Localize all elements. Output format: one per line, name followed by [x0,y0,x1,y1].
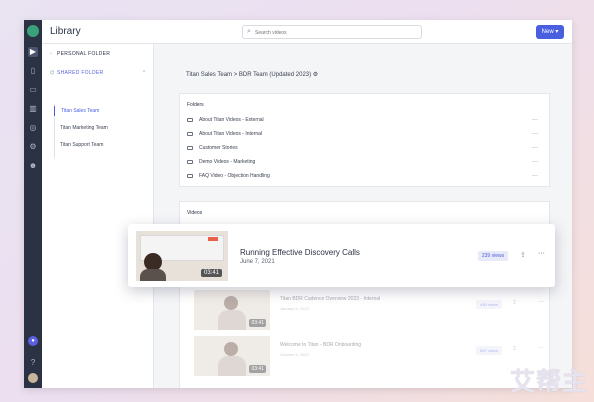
video-thumbnail[interactable]: 03:41 [136,231,228,281]
search-input[interactable] [255,28,415,37]
more-icon[interactable]: ··· [532,171,538,181]
shared-folder-link[interactable]: ⌬ SHARED FOLDER ⌃ [50,70,150,76]
views-badge[interactable]: 239 views [478,251,508,261]
folder-icon [187,117,193,122]
folder-name: FAQ Video - Objection Handling [199,173,270,179]
book-icon[interactable]: ▯ [28,66,38,76]
videos-title: Videos [187,210,203,216]
more-icon[interactable]: ··· [532,143,538,153]
folder-name: Customer Stories [199,145,238,151]
sidebar-item-titan-marketing-team[interactable]: Titan Marketing Team [54,123,148,133]
sidebar-item-titan-sales-team[interactable]: Titan Sales Team [54,106,148,116]
team-icon[interactable]: ☻ [28,161,38,171]
breadcrumb[interactable]: Titan Sales Team > BDR Team (Updated 202… [186,71,318,78]
shared-folder-label: SHARED FOLDER [57,70,104,76]
folder-row[interactable]: Demo Videos - Marketing ··· [187,157,544,167]
video-icon[interactable]: ▭ [28,85,38,95]
personal-folder-icon: ▫ [50,51,53,57]
share-icon[interactable]: ⇪ [512,345,517,352]
highlighted-video-card[interactable]: 03:41 Running Effective Discovery Calls … [128,224,555,287]
video-date: October 3, 2022 [280,352,309,357]
new-button[interactable]: New ▾ [536,25,564,39]
record-indicator [208,237,218,241]
target-icon[interactable]: ◎ [28,123,38,133]
folders-title: Folders [187,102,204,108]
sidebar-item-titan-support-team[interactable]: Titan Support Team [54,140,148,150]
personal-folder-link[interactable]: ▫ PERSONAL FOLDER [50,51,110,57]
video-thumbnail[interactable]: 03:41 [194,290,270,330]
more-icon[interactable]: ··· [532,129,538,139]
views-badge: 490 views [476,300,502,309]
more-icon[interactable]: ··· [532,115,538,125]
video-row[interactable]: 03:41 Welcome to Titan - BDR Onboarding … [194,336,550,384]
folder-row[interactable]: About Titan Videos - Internal ··· [187,129,544,139]
shared-folder-icon: ⌬ [50,70,55,76]
more-icon[interactable]: ··· [538,345,544,351]
search-icon: ⌕ [247,28,251,35]
views-badge: 867 views [476,346,502,355]
avatar[interactable] [28,373,38,383]
watermark: 艾帮主 [509,368,588,396]
app-window: ▶ ▯ ▭ ▥ ◎ ⚙ ☻ ● ? Library ⌕ New ▾ ▫ PERSO… [24,20,572,388]
search-box[interactable]: ⌕ [242,25,422,39]
folder-icon [187,173,193,178]
video-duration: 03:41 [249,365,266,373]
folder-icon [187,145,193,150]
video-title[interactable]: Titan BDR Cadence Overview 2023 - Intern… [280,296,380,302]
more-icon[interactable]: ··· [538,299,544,305]
top-bar: Library ⌕ New ▾ [42,20,572,44]
presenter-body [218,310,246,330]
folders-panel: Folders About Titan Videos - External ···… [179,93,550,187]
folder-icon [187,131,193,136]
notification-badge-icon[interactable]: ● [28,336,38,346]
folder-name: About Titan Videos - Internal [199,131,263,137]
presenter-head [224,342,238,356]
more-icon[interactable]: ··· [538,250,545,257]
presenter-body [218,356,246,376]
sidebar: ▫ PERSONAL FOLDER ⌬ SHARED FOLDER ⌃ Titan … [42,44,154,388]
folder-icon [187,159,193,164]
more-icon[interactable]: ··· [532,157,538,167]
folder-row[interactable]: FAQ Video - Objection Handling ··· [187,171,544,181]
video-row[interactable]: 03:41 Titan BDR Cadence Overview 2023 - … [194,290,550,338]
personal-folder-label: PERSONAL FOLDER [57,51,111,57]
app-logo [27,25,39,37]
video-thumbnail[interactable]: 03:41 [194,336,270,376]
video-library-icon[interactable]: ▶ [28,47,38,57]
icon-rail: ▶ ▯ ▭ ▥ ◎ ⚙ ☻ ● ? [24,20,42,388]
video-date: January 5, 2023 [280,306,309,311]
video-duration: 03:41 [200,269,222,277]
chevron-up-icon[interactable]: ⌃ [142,70,147,76]
integrations-icon[interactable]: ⚙ [28,142,38,152]
video-date: June 7, 2021 [240,259,275,265]
analytics-icon[interactable]: ▥ [28,104,38,114]
presenter-body [140,269,166,281]
presenter-head [224,296,238,310]
folder-row[interactable]: Customer Stories ··· [187,143,544,153]
video-title[interactable]: Running Effective Discovery Calls [240,248,360,257]
help-icon[interactable]: ? [28,358,38,368]
share-icon[interactable]: ⇪ [512,299,517,306]
folder-name: About Titan Videos - External [199,117,264,123]
share-icon[interactable]: ⇪ [520,251,526,259]
video-title[interactable]: Welcome to Titan - BDR Onboarding [280,342,361,348]
folder-name: Demo Videos - Marketing [199,159,256,165]
folder-row[interactable]: About Titan Videos - External ··· [187,115,544,125]
app-title: Library [50,26,81,37]
video-duration: 03:41 [249,319,266,327]
